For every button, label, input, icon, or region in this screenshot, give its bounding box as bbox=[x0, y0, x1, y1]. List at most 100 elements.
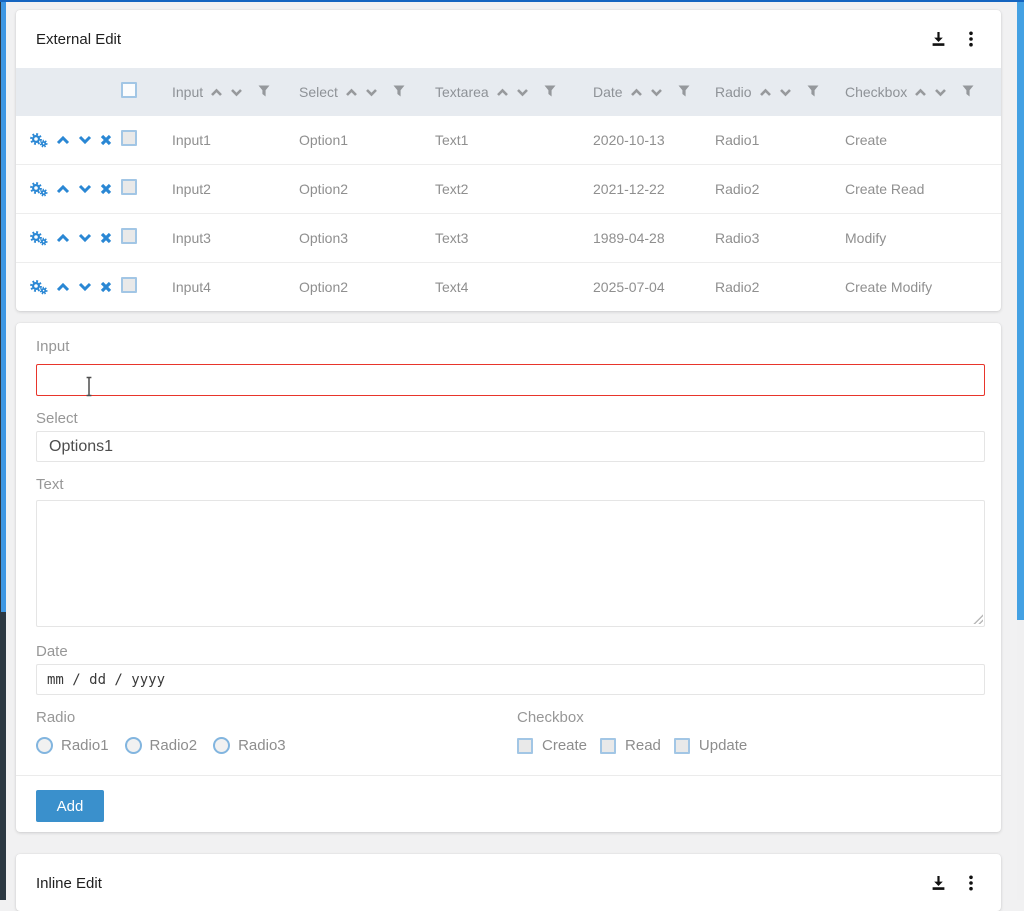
radio-group-label: Radio bbox=[36, 708, 985, 728]
sort-asc-icon[interactable] bbox=[914, 88, 927, 97]
checkbox-option-label: Create bbox=[542, 737, 587, 754]
table-row: Input2 Option2 Text2 2021-12-22 Radio2 C… bbox=[16, 165, 1001, 214]
sort-asc-icon[interactable] bbox=[759, 88, 772, 97]
cell-checkbox: Modify bbox=[845, 230, 1001, 246]
checkbox-option[interactable]: Read bbox=[600, 737, 661, 754]
checkbox-icon[interactable] bbox=[600, 738, 616, 754]
date-field-placeholder: mm / dd / yyyy bbox=[47, 672, 165, 688]
move-down-icon[interactable] bbox=[78, 233, 92, 243]
inline-edit-card: Inline Edit bbox=[16, 854, 1001, 911]
column-header-date: Date bbox=[593, 84, 715, 100]
left-scrollbar-thumb[interactable] bbox=[1, 2, 6, 612]
row-checkbox[interactable] bbox=[121, 277, 137, 293]
sort-asc-icon[interactable] bbox=[496, 88, 509, 97]
sort-desc-icon[interactable] bbox=[934, 88, 947, 97]
radio-option[interactable]: Radio3 bbox=[213, 737, 286, 754]
sort-desc-icon[interactable] bbox=[650, 88, 663, 97]
checkbox-option[interactable]: Create bbox=[517, 737, 587, 754]
row-checkbox[interactable] bbox=[121, 179, 137, 195]
radio-checkbox-row: Radio Radio1 Radio2 Radio3 bbox=[36, 708, 985, 756]
column-header-select: Select bbox=[299, 84, 435, 100]
row-actions bbox=[16, 231, 116, 246]
cell-textarea: Text4 bbox=[435, 279, 593, 295]
move-up-icon[interactable] bbox=[56, 282, 70, 292]
sort-desc-icon[interactable] bbox=[230, 88, 243, 97]
delete-x-icon[interactable] bbox=[100, 232, 112, 244]
radio-option[interactable]: Radio1 bbox=[36, 737, 109, 754]
settings-cogs-icon[interactable] bbox=[30, 182, 48, 197]
checkbox-icon[interactable] bbox=[674, 738, 690, 754]
column-label: Checkbox bbox=[845, 84, 907, 100]
input-field[interactable] bbox=[36, 364, 985, 396]
checkbox-option-label: Update bbox=[699, 737, 747, 754]
kebab-menu-icon[interactable] bbox=[969, 31, 973, 47]
checkbox-option[interactable]: Update bbox=[674, 737, 747, 754]
page-content: External Edit Input Select bbox=[16, 10, 1001, 911]
move-up-icon[interactable] bbox=[56, 184, 70, 194]
filter-icon[interactable] bbox=[807, 84, 819, 100]
table-row: Input3 Option3 Text3 1989-04-28 Radio3 M… bbox=[16, 214, 1001, 263]
radio-group: Radio Radio1 Radio2 Radio3 bbox=[36, 708, 985, 756]
right-scrollbar[interactable] bbox=[1017, 0, 1024, 900]
header-actions bbox=[930, 875, 973, 891]
checkbox-icon[interactable] bbox=[517, 738, 533, 754]
right-scrollbar-thumb[interactable] bbox=[1017, 2, 1024, 620]
radio-button-icon[interactable] bbox=[213, 737, 230, 754]
settings-cogs-icon[interactable] bbox=[30, 133, 48, 148]
move-down-icon[interactable] bbox=[78, 184, 92, 194]
filter-icon[interactable] bbox=[393, 84, 405, 100]
sort-desc-icon[interactable] bbox=[365, 88, 378, 97]
kebab-menu-icon[interactable] bbox=[969, 875, 973, 891]
table-header-row: Input Select Textarea Date bbox=[16, 68, 1001, 116]
delete-x-icon[interactable] bbox=[100, 134, 112, 146]
sort-desc-icon[interactable] bbox=[516, 88, 529, 97]
row-actions bbox=[16, 182, 116, 197]
input-field-label: Input bbox=[36, 337, 985, 357]
sort-desc-icon[interactable] bbox=[779, 88, 792, 97]
row-checkbox[interactable] bbox=[121, 130, 137, 146]
inline-edit-title: Inline Edit bbox=[36, 875, 930, 892]
settings-cogs-icon[interactable] bbox=[30, 280, 48, 295]
column-label: Textarea bbox=[435, 84, 489, 100]
settings-cogs-icon[interactable] bbox=[30, 231, 48, 246]
row-checkbox[interactable] bbox=[121, 228, 137, 244]
move-down-icon[interactable] bbox=[78, 282, 92, 292]
sort-asc-icon[interactable] bbox=[345, 88, 358, 97]
radio-button-icon[interactable] bbox=[36, 737, 53, 754]
textarea-field[interactable] bbox=[36, 500, 985, 627]
cell-input: Input4 bbox=[172, 279, 299, 295]
sort-asc-icon[interactable] bbox=[210, 88, 223, 97]
column-header-radio: Radio bbox=[715, 84, 845, 100]
move-up-icon[interactable] bbox=[56, 233, 70, 243]
add-form-card: Input Select Options1 Text Date mm / dd … bbox=[16, 323, 1001, 832]
radio-option-label: Radio1 bbox=[61, 737, 109, 754]
cell-date: 1989-04-28 bbox=[593, 230, 715, 246]
radio-option[interactable]: Radio2 bbox=[125, 737, 198, 754]
sort-asc-icon[interactable] bbox=[630, 88, 643, 97]
add-button[interactable]: Add bbox=[36, 790, 104, 822]
move-up-icon[interactable] bbox=[56, 135, 70, 145]
radio-option-label: Radio2 bbox=[150, 737, 198, 754]
radio-button-icon[interactable] bbox=[125, 737, 142, 754]
cell-input: Input1 bbox=[172, 132, 299, 148]
checkbox-option-label: Read bbox=[625, 737, 661, 754]
filter-icon[interactable] bbox=[678, 84, 690, 100]
cell-checkbox: Create Modify bbox=[845, 279, 1001, 295]
date-field[interactable]: mm / dd / yyyy bbox=[36, 664, 985, 695]
external-edit-header: External Edit bbox=[16, 10, 1001, 68]
form-footer-divider bbox=[16, 775, 1001, 776]
delete-x-icon[interactable] bbox=[100, 281, 112, 293]
download-icon[interactable] bbox=[930, 875, 947, 891]
filter-icon[interactable] bbox=[258, 84, 270, 100]
delete-x-icon[interactable] bbox=[100, 183, 112, 195]
cell-textarea: Text3 bbox=[435, 230, 593, 246]
download-icon[interactable] bbox=[930, 31, 947, 47]
left-scrollbar[interactable] bbox=[0, 0, 6, 900]
select-field[interactable]: Options1 bbox=[36, 431, 985, 462]
select-all-checkbox[interactable] bbox=[121, 82, 137, 98]
move-down-icon[interactable] bbox=[78, 135, 92, 145]
filter-icon[interactable] bbox=[962, 84, 974, 100]
cell-date: 2021-12-22 bbox=[593, 181, 715, 197]
filter-icon[interactable] bbox=[544, 84, 556, 100]
table-row: Input4 Option2 Text4 2025-07-04 Radio2 C… bbox=[16, 263, 1001, 311]
